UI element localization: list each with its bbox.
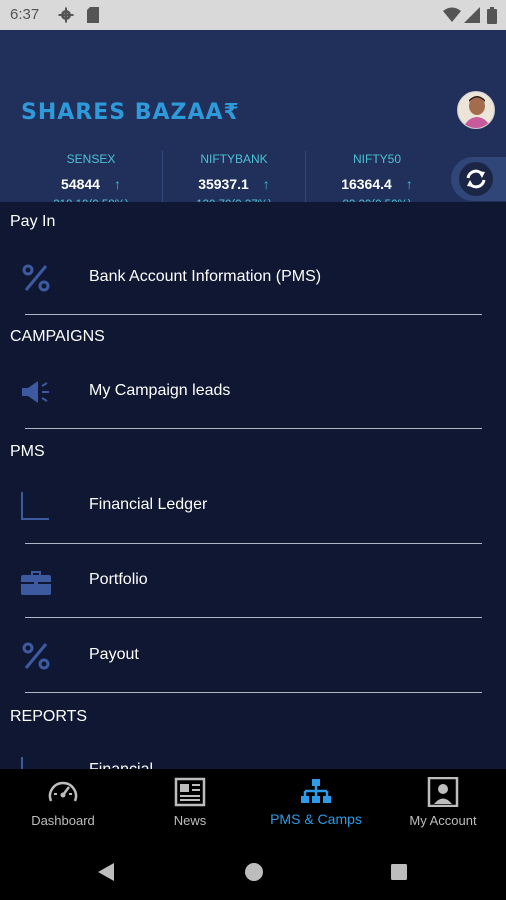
percent-icon [22, 642, 50, 670]
menu-item-financial-ledger[interactable]: Financial Ledger [0, 474, 506, 536]
index-name: NIFTYBANK [200, 152, 268, 166]
menu-item-payout[interactable]: Payout [0, 624, 506, 686]
app-header: SHARES BAZAA₹ SENSEX 54844↑ 318.10(0.58%… [0, 30, 506, 215]
account-icon [427, 777, 459, 807]
newspaper-icon [174, 777, 206, 807]
megaphone-icon [22, 381, 49, 403]
bottom-navigation: Dashboard News PMS & Camps My Account [0, 769, 506, 843]
briefcase-icon [21, 571, 51, 595]
arrow-up-icon: ↑ [405, 176, 413, 192]
section-title-pms: PMS [10, 443, 45, 460]
arrow-up-icon: ↑ [113, 176, 121, 192]
menu-item-label: Financial [89, 739, 153, 769]
menu-divider [25, 617, 482, 618]
nav-dashboard[interactable]: Dashboard [0, 769, 126, 843]
back-icon[interactable] [97, 862, 115, 882]
refresh-button[interactable] [451, 157, 506, 201]
menu-divider [25, 692, 482, 693]
percent-icon [22, 264, 50, 292]
status-bar: 6:37 [0, 0, 506, 30]
menu-item-financial[interactable]: Financial [0, 739, 506, 769]
index-value: 54844 [61, 176, 100, 192]
index-value: 16364.4 [341, 176, 392, 192]
arrow-up-icon: ↑ [262, 176, 270, 192]
speedometer-icon [48, 781, 78, 802]
status-time: 6:37 [10, 6, 40, 23]
section-title-pay-in: Pay In [10, 213, 56, 230]
home-icon[interactable] [244, 862, 264, 882]
section-title-campaigns: CAMPAIGNS [10, 328, 105, 345]
hierarchy-icon [301, 779, 331, 803]
menu-item-label: Portfolio [89, 571, 148, 588]
recents-icon[interactable] [390, 863, 408, 881]
refresh-icon [466, 169, 486, 189]
index-value: 35937.1 [198, 176, 249, 192]
nav-pms-camps[interactable]: PMS & Camps [253, 769, 379, 843]
avatar-image [458, 92, 494, 128]
menu-divider [25, 428, 482, 429]
section-title-reports: REPORTS [10, 708, 88, 725]
index-name: NIFTY50 [352, 152, 401, 166]
ledger-icon [21, 492, 49, 520]
app-logo: SHARES BAZAA₹ [21, 100, 240, 125]
nav-my-account[interactable]: My Account [380, 769, 506, 843]
nav-label: News [173, 813, 207, 828]
signal-icon [464, 7, 480, 23]
menu-item-label: Bank Account Information (PMS) [89, 268, 322, 285]
side-menu: Pay In Bank Account Information (PMS) CA… [0, 202, 506, 769]
menu-divider [25, 543, 482, 544]
settings-icon [58, 7, 74, 23]
ledger-icon [21, 757, 23, 769]
nav-label: My Account [409, 813, 477, 828]
menu-item-portfolio[interactable]: Portfolio [0, 549, 506, 611]
wifi-icon [443, 7, 461, 22]
sd-card-icon [87, 7, 99, 23]
menu-item-bank-account-information[interactable]: Bank Account Information (PMS) [0, 246, 506, 308]
menu-item-label: My Campaign leads [89, 382, 231, 399]
menu-item-label: Payout [89, 646, 139, 663]
battery-icon [487, 7, 497, 24]
nav-label: PMS & Camps [270, 811, 362, 827]
nav-label: Dashboard [31, 813, 95, 828]
index-name: SENSEX [66, 152, 116, 166]
menu-item-my-campaign-leads[interactable]: My Campaign leads [0, 360, 506, 422]
system-navigation-bar [0, 843, 506, 900]
avatar[interactable] [457, 91, 495, 129]
menu-divider [25, 314, 482, 315]
nav-news[interactable]: News [127, 769, 253, 843]
menu-item-label: Financial Ledger [89, 496, 208, 513]
